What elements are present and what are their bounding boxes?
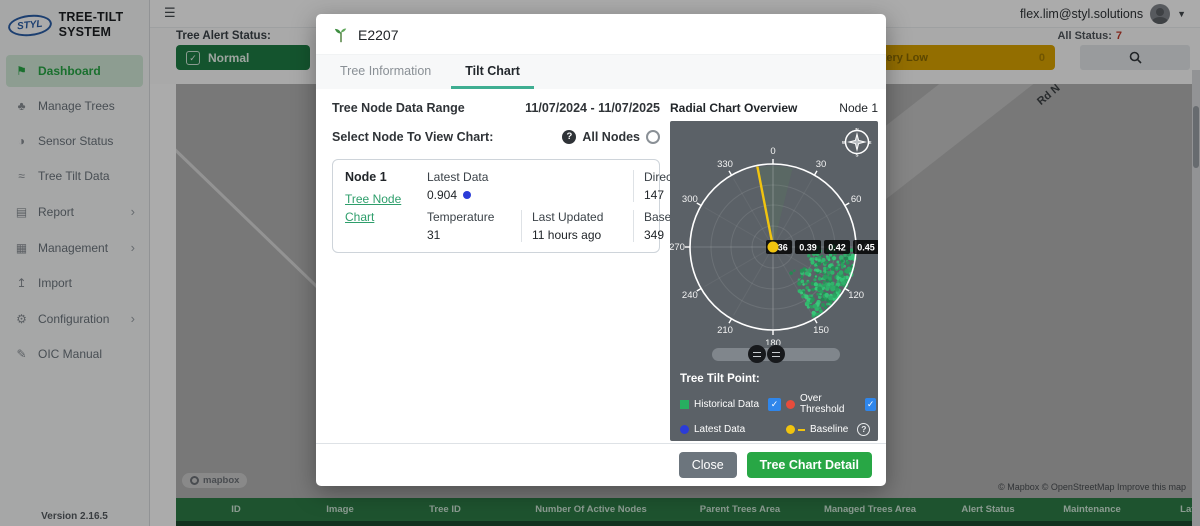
baseline-marker-icon [786, 425, 795, 434]
last-updated-value: 11 hours ago [532, 228, 623, 242]
svg-text:0.42: 0.42 [828, 243, 846, 253]
svg-text:270: 270 [670, 242, 685, 253]
svg-text:180: 180 [765, 338, 781, 345]
svg-text:N: N [855, 127, 858, 132]
svg-text:30: 30 [816, 159, 827, 170]
help-icon[interactable]: ? [562, 130, 576, 144]
modal-footer: Close Tree Chart Detail [316, 443, 886, 486]
tab-tilt-chart[interactable]: Tilt Chart [451, 55, 534, 89]
temperature-cell: Temperature 31 [417, 210, 521, 242]
modal-title: E2207 [358, 27, 398, 43]
last-updated-label: Last Updated [532, 210, 623, 224]
svg-text:E: E [868, 140, 871, 145]
modal-header: E2207 [316, 14, 886, 55]
latest-data-marker-icon [680, 425, 689, 434]
svg-text:300: 300 [682, 194, 698, 205]
select-node-row: Select Node To View Chart: ? All Nodes [332, 130, 660, 144]
data-range-label: Tree Node Data Range [332, 101, 465, 115]
legend-item-over-threshold: Over Threshold ✓ [786, 393, 876, 415]
select-node-label: Select Node To View Chart: [332, 130, 493, 144]
node-select-pane: Tree Node Data Range 11/07/2024 - 11/07/… [316, 89, 670, 443]
legend-item-latest-data: Latest Data [680, 423, 786, 436]
all-nodes-radio[interactable] [646, 130, 660, 144]
all-nodes-option: ? All Nodes [562, 130, 660, 144]
last-updated-cell: Last Updated 11 hours ago [521, 210, 633, 242]
close-button[interactable]: Close [679, 452, 737, 478]
svg-text:0: 0 [770, 146, 775, 157]
modal-tabs: Tree Information Tilt Chart [316, 55, 886, 89]
temperature-label: Temperature [427, 210, 511, 224]
node-card-left: Node 1 Tree Node Chart [345, 170, 417, 242]
latest-data-cell: Latest Data 0.904 [417, 170, 633, 202]
chart-legend: Tree Tilt Point: Historical Data✓Over Th… [680, 373, 876, 436]
legend-item-baseline: Baseline? [786, 423, 876, 436]
tab-tree-information[interactable]: Tree Information [326, 55, 445, 89]
all-nodes-label: All Nodes [582, 130, 640, 144]
svg-text:330: 330 [717, 159, 733, 170]
tree-node-chart-link[interactable]: Tree Node Chart [345, 190, 411, 226]
tree-detail-modal: E2207 Tree Information Tilt Chart Tree N… [316, 14, 886, 486]
node-name: Node 1 [345, 170, 411, 184]
tree-chart-detail-button[interactable]: Tree Chart Detail [747, 452, 872, 478]
svg-text:S: S [855, 153, 858, 158]
radial-chart-panel: 03060901201501802102402703003300.360.390… [670, 121, 878, 441]
svg-text:120: 120 [848, 290, 864, 301]
baseline-dash-icon [798, 429, 805, 431]
svg-text:240: 240 [682, 290, 698, 301]
svg-text:0.45: 0.45 [857, 243, 875, 253]
legend-label: Latest Data [694, 424, 745, 435]
legend-grid: Historical Data ✓ Over Threshold ✓ Latest Da… [680, 393, 876, 436]
radial-chart-title: Radial Chart Overview [670, 101, 797, 115]
legend-label: Over Threshold [800, 393, 856, 415]
data-range-row: Tree Node Data Range 11/07/2024 - 11/07/… [332, 101, 660, 115]
radial-chart-header: Radial Chart Overview Node 1 [670, 101, 878, 115]
radial-chart-pane: Radial Chart Overview Node 1 03060901201… [670, 89, 886, 443]
slider-handle-right[interactable] [767, 345, 785, 363]
node-card: Node 1 Tree Node Chart Latest Data 0.904… [332, 159, 660, 253]
legend-title: Tree Tilt Point: [680, 373, 876, 385]
svg-text:0.39: 0.39 [799, 243, 817, 253]
historical-data-checkbox[interactable]: ✓ [768, 398, 781, 411]
historical-data-marker-icon [680, 400, 689, 409]
legend-item-historical-data: Historical Data ✓ [680, 393, 786, 415]
over-threshold-checkbox[interactable]: ✓ [865, 398, 876, 411]
baseline-help-icon[interactable]: ? [857, 423, 870, 436]
modal-body: Tree Node Data Range 11/07/2024 - 11/07/… [316, 89, 886, 443]
latest-data-value: 0.904 [427, 188, 457, 202]
svg-text:210: 210 [717, 325, 733, 336]
slider-handle-left[interactable] [748, 345, 766, 363]
compass-icon[interactable]: N E S W [842, 127, 872, 157]
svg-text:60: 60 [851, 194, 862, 205]
over-threshold-marker-icon [786, 400, 795, 409]
data-range-value: 11/07/2024 - 11/07/2025 [525, 101, 660, 115]
latest-data-label: Latest Data [427, 170, 623, 184]
legend-label: Historical Data [694, 399, 759, 410]
chart-zoom-slider[interactable] [712, 348, 840, 361]
seedling-icon [332, 26, 350, 44]
svg-text:150: 150 [813, 325, 829, 336]
radial-chart-node-label: Node 1 [839, 101, 878, 115]
legend-label: Baseline [810, 424, 848, 435]
latest-data-dot-icon [463, 191, 471, 199]
temperature-value: 31 [427, 228, 511, 242]
